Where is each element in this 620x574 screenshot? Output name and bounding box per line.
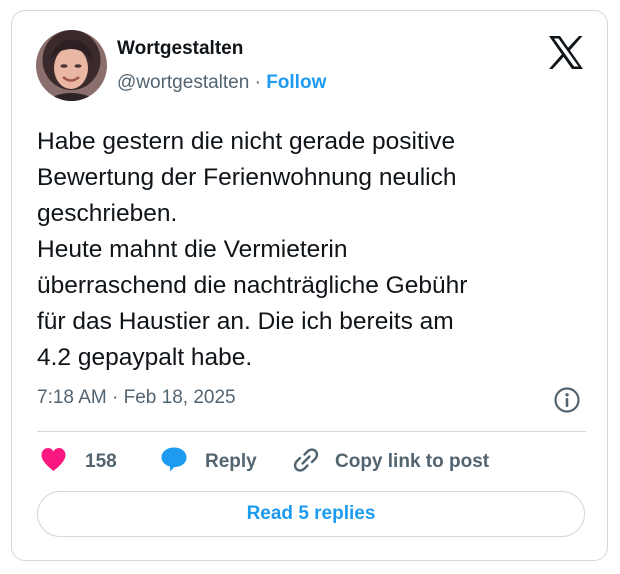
x-logo-icon[interactable] [548, 36, 584, 69]
tweet-line: geschrieben. [37, 200, 178, 227]
tweet-line: Habe gestern die nicht gerade positive [37, 128, 456, 155]
divider [37, 431, 586, 432]
tweet-text: Habe gestern die nicht gerade positive B… [37, 124, 587, 376]
copy-link-label: Copy link to post [335, 451, 490, 472]
like-count: 158 [85, 451, 117, 472]
author-name[interactable]: Wortgestalten [117, 38, 243, 60]
heart-icon [40, 447, 67, 477]
speech-bubble-icon [160, 446, 188, 478]
tweet-line: für das Haustier an. Die ich bereits am [37, 308, 454, 335]
follow-button[interactable]: Follow [266, 72, 326, 93]
tweet-time: 7:18 AM [37, 387, 107, 408]
tweet-line: überraschend die nachträgliche Gebühr [37, 272, 468, 299]
reply-button[interactable]: Reply [160, 447, 257, 477]
author-handle[interactable]: @wortgestalten [117, 72, 249, 93]
info-icon[interactable] [553, 386, 581, 414]
read-replies-button[interactable]: Read 5 replies [37, 491, 585, 537]
copy-link-button[interactable]: Copy link to post [292, 447, 489, 477]
link-icon [292, 446, 320, 479]
handle-separator: · [249, 72, 267, 93]
tweet-line: 4.2 gepaypalt habe. [37, 344, 253, 371]
tweet-date: Feb 18, 2025 [123, 387, 236, 408]
tweet-card: Wortgestalten @wortgestalten · Follow Ha… [11, 10, 608, 561]
tweet-line: Heute mahnt die Vermieterin [37, 236, 348, 263]
reply-label: Reply [205, 451, 257, 472]
like-button[interactable]: 158 [40, 447, 117, 477]
handle-row: @wortgestalten · Follow [117, 72, 326, 94]
tweet-line: Bewertung der Ferienwohnung neulich [37, 164, 457, 191]
meta-separator: · [106, 387, 124, 408]
avatar[interactable] [36, 30, 107, 101]
tweet-timestamp[interactable]: 7:18 AM · Feb 18, 2025 [37, 387, 236, 409]
